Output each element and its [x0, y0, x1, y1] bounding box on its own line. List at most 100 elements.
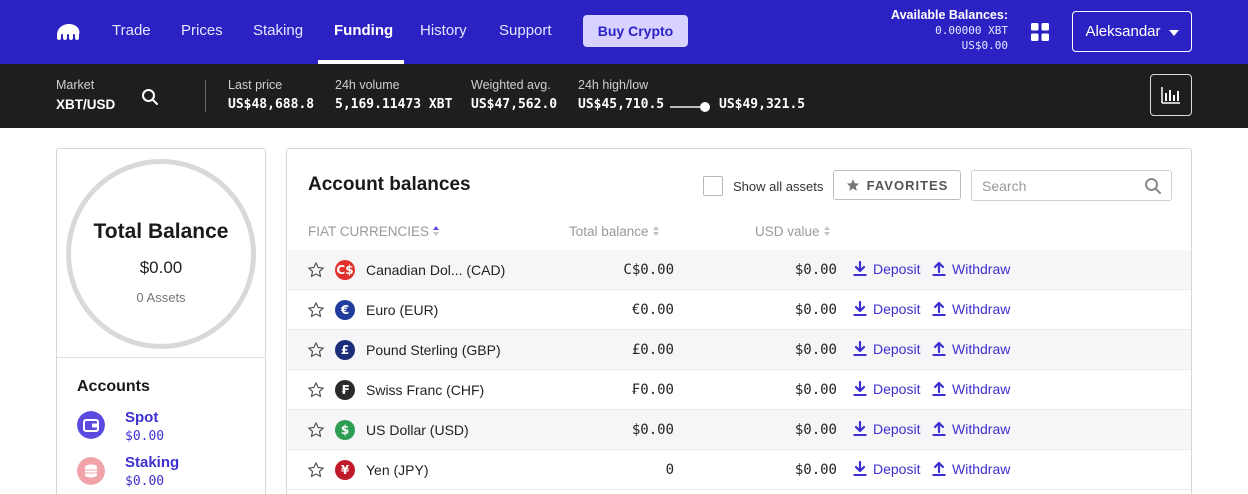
deposit-button[interactable]: Deposit [852, 261, 920, 277]
table-row: ₣ Swiss Franc (CHF) ₣0.00 $0.00 Deposit Withd… [288, 370, 1191, 410]
currency-symbol-icon: $ [335, 420, 355, 440]
show-all-assets-checkbox[interactable] [703, 176, 723, 196]
total-balance-ring: Total Balance $0.00 0 Assets [66, 159, 256, 349]
account-balances-panel: Account balances Show all assets FAVORIT… [286, 148, 1192, 494]
column-header-usd-label: USD value [755, 224, 820, 239]
market-pair[interactable]: XBT/USD [56, 97, 115, 112]
wallet-icon [77, 411, 105, 439]
column-header-usd-value[interactable]: USD value [755, 224, 831, 239]
nav-tab-funding[interactable]: Funding [334, 22, 393, 42]
nav-tab-history[interactable]: History [420, 22, 467, 42]
currency-name: Swiss Franc (CHF) [366, 382, 485, 398]
deposit-label: Deposit [873, 421, 921, 437]
withdraw-button[interactable]: Withdraw [931, 341, 1010, 357]
deposit-button[interactable]: Deposit [852, 461, 920, 477]
currency-symbol-icon: € [335, 300, 355, 320]
currency-name: Euro (EUR) [366, 302, 439, 318]
bar-chart-icon [1161, 87, 1180, 104]
column-header-total-balance[interactable]: Total balance [569, 224, 660, 239]
kraken-logo-icon[interactable] [56, 24, 82, 40]
currency-symbol-icon: ¥ [335, 460, 355, 480]
favorite-star-icon[interactable] [307, 341, 325, 359]
volume-label: 24h volume [335, 78, 400, 92]
account-spot-link[interactable]: Spot [125, 409, 158, 426]
withdraw-button[interactable]: Withdraw [931, 421, 1010, 437]
download-icon [853, 421, 867, 436]
market-ticker-bar: Market XBT/USD Last price US$48,688.8 24… [0, 64, 1248, 128]
column-header-total-label: Total balance [569, 224, 649, 239]
currency-name: Canadian Dol... (CAD) [366, 262, 506, 278]
currency-usd-value: $0.00 [794, 462, 837, 478]
deposit-label: Deposit [873, 461, 921, 477]
divider [57, 357, 265, 358]
deposit-button[interactable]: Deposit [852, 381, 920, 397]
withdraw-button[interactable]: Withdraw [931, 261, 1010, 277]
download-icon [853, 381, 867, 396]
withdraw-button[interactable]: Withdraw [931, 461, 1010, 477]
nav-tab-support[interactable]: Support [499, 22, 552, 42]
withdraw-label: Withdraw [952, 341, 1011, 357]
volume-value: 5,169.11473 XBT [335, 97, 453, 112]
table-row: € Euro (EUR) €0.00 $0.00 Deposit Withdraw [288, 290, 1191, 330]
divider [205, 80, 206, 112]
sort-icon [652, 226, 660, 237]
search-icon[interactable] [1144, 177, 1162, 195]
nav-tab-prices[interactable]: Prices [181, 22, 223, 42]
currency-symbol-icon: £ [335, 340, 355, 360]
download-icon [853, 461, 867, 476]
upload-icon [932, 301, 946, 316]
column-header-currency[interactable]: FIAT CURRENCIES [308, 224, 440, 239]
currency-total-balance: C$0.00 [623, 262, 674, 278]
nav-tab-staking[interactable]: Staking [253, 22, 303, 42]
show-all-assets-toggle[interactable]: Show all assets [703, 176, 823, 196]
favorite-star-icon[interactable] [307, 461, 325, 479]
search-icon[interactable] [141, 88, 159, 106]
apps-grid-icon[interactable] [1031, 23, 1049, 41]
download-icon [853, 261, 867, 276]
favorite-star-icon[interactable] [307, 301, 325, 319]
currency-total-balance: ₣0.00 [631, 382, 674, 398]
account-balances-title: Account balances [308, 174, 471, 195]
deposit-label: Deposit [873, 261, 921, 277]
favorites-button[interactable]: FAVORITES [833, 170, 961, 200]
withdraw-label: Withdraw [952, 421, 1011, 437]
search-input[interactable] [972, 171, 1142, 200]
account-staking-link[interactable]: Staking [125, 454, 179, 471]
sort-icon [433, 226, 440, 237]
currency-total-balance: £0.00 [631, 342, 674, 358]
weighted-avg-value: US$47,562.0 [471, 97, 558, 112]
total-balance-title: Total Balance [93, 220, 229, 243]
download-icon [853, 301, 867, 316]
upload-icon [932, 421, 946, 436]
buy-crypto-button[interactable]: Buy Crypto [583, 15, 688, 47]
chart-toggle-button[interactable] [1150, 74, 1192, 116]
total-assets-count: 0 Assets [136, 290, 186, 305]
account-spot-value: $0.00 [125, 429, 165, 444]
currency-symbol-icon: ₣ [335, 380, 355, 400]
user-name: Aleksandar [1085, 23, 1161, 40]
last-price-label: Last price [228, 78, 283, 92]
column-header-currency-label: FIAT CURRENCIES [308, 224, 430, 239]
deposit-button[interactable]: Deposit [852, 341, 920, 357]
currency-usd-value: $0.00 [794, 422, 837, 438]
nav-tab-trade[interactable]: Trade [112, 22, 151, 42]
favorite-star-icon[interactable] [307, 421, 325, 439]
high-low-label: 24h high/low [578, 78, 649, 92]
upload-icon [932, 261, 946, 276]
currency-total-balance: €0.00 [631, 302, 674, 318]
favorite-star-icon[interactable] [307, 261, 325, 279]
upload-icon [932, 461, 946, 476]
table-row: ¥ Yen (JPY) 0 $0.00 Deposit Withdraw [288, 450, 1191, 490]
user-menu-button[interactable]: Aleksandar [1072, 11, 1192, 52]
withdraw-label: Withdraw [952, 261, 1011, 277]
available-balance-usd: US$0.00 [961, 39, 1008, 52]
favorite-star-icon[interactable] [307, 381, 325, 399]
currency-total-balance: $0.00 [631, 422, 674, 438]
table-row: $ US Dollar (USD) $0.00 $0.00 Deposit Withdra… [288, 410, 1191, 450]
table-row: C$ Canadian Dol... (CAD) C$0.00 $0.00 Deposi… [288, 250, 1191, 290]
deposit-button[interactable]: Deposit [852, 301, 920, 317]
download-icon [853, 341, 867, 356]
withdraw-button[interactable]: Withdraw [931, 381, 1010, 397]
withdraw-button[interactable]: Withdraw [931, 301, 1010, 317]
deposit-button[interactable]: Deposit [852, 421, 920, 437]
